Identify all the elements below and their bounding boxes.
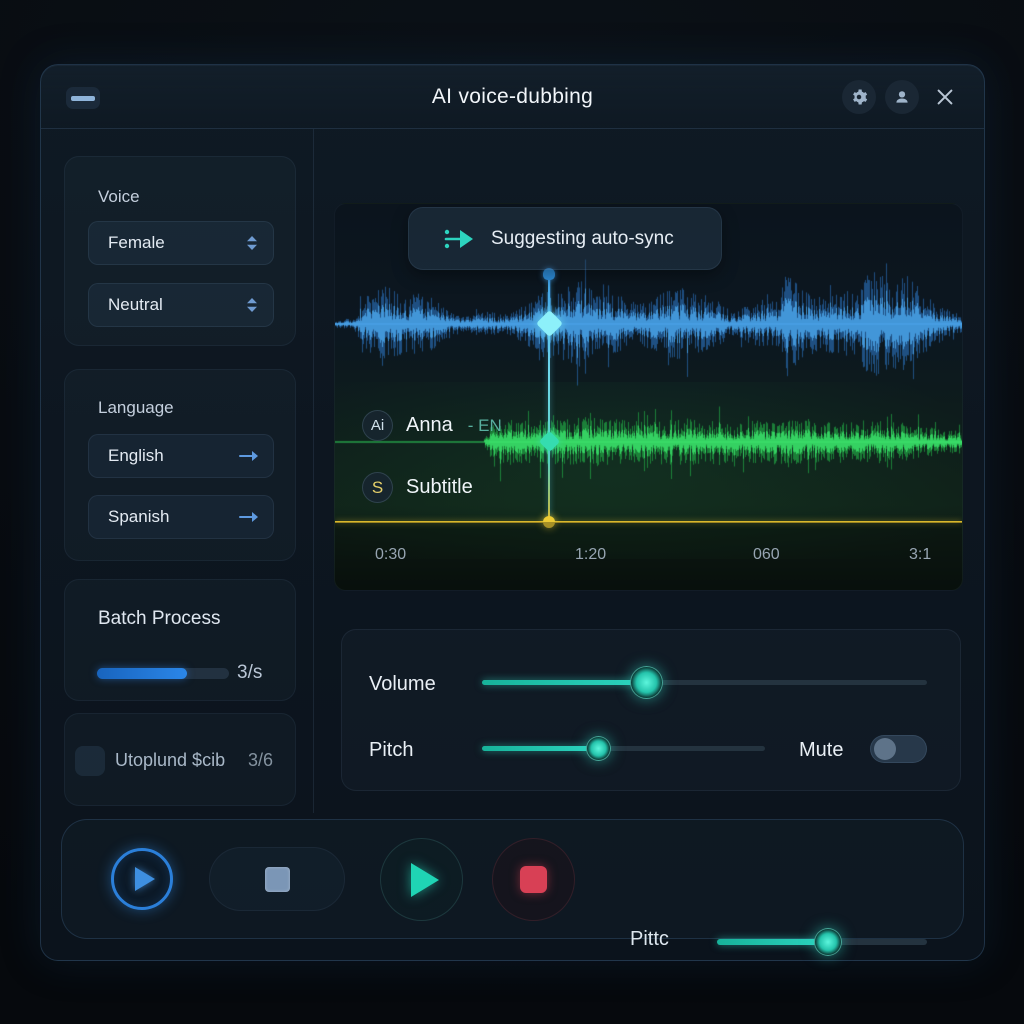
time-label: 1:20 <box>575 546 606 564</box>
voice-panel: Voice Female Neutral <box>64 156 296 346</box>
timeline-ruler[interactable]: 0:30 1:20 060 3:1 <box>335 522 962 590</box>
batch-progress-bar <box>97 668 229 679</box>
time-label: 060 <box>753 546 780 564</box>
auto-sync-icon <box>443 226 475 252</box>
volume-label: Volume <box>369 673 436 696</box>
volume-slider-handle[interactable] <box>630 666 663 699</box>
batch-progress-fill <box>97 668 187 679</box>
batch-rate: 3/s <box>237 662 262 684</box>
upload-label: Utoplund $cib <box>115 750 225 771</box>
stop-button[interactable] <box>209 847 345 911</box>
batch-panel: Batch Process 3/s <box>64 579 296 701</box>
close-icon <box>934 86 956 108</box>
settings-button[interactable] <box>842 80 876 114</box>
upload-checkbox[interactable] <box>75 746 105 776</box>
mute-toggle[interactable] <box>870 735 927 763</box>
language-panel: Language English Spanish <box>64 369 296 561</box>
voice-tone-select[interactable]: Neutral <box>88 283 274 327</box>
transport-slider-label: Pittc <box>630 928 669 951</box>
language-item-label: English <box>108 446 164 466</box>
language-label: Language <box>98 398 174 418</box>
title-bar: AI voice-dubbing <box>41 65 984 129</box>
transport-slider-handle[interactable] <box>814 928 842 956</box>
app-window: AI voice-dubbing Voic <box>40 64 985 961</box>
arrow-right-icon <box>239 510 259 524</box>
transport-slider-fill <box>717 939 828 945</box>
sidebar-divider <box>313 129 314 813</box>
chevron-updown-icon <box>245 297 259 313</box>
play-icon <box>135 867 155 891</box>
batch-label: Batch Process <box>98 608 221 630</box>
preview-play-button[interactable] <box>380 838 463 921</box>
user-button[interactable] <box>885 80 919 114</box>
record-icon <box>520 866 547 893</box>
playhead[interactable] <box>548 272 550 524</box>
close-button[interactable] <box>928 80 962 114</box>
volume-slider[interactable] <box>482 680 927 685</box>
time-label: 0:30 <box>375 546 406 564</box>
voice-label: Voice <box>98 187 140 207</box>
ai-badge: Ai <box>362 410 393 441</box>
mixer-panel: Volume Pitch Mute <box>341 629 961 791</box>
record-button[interactable] <box>492 838 575 921</box>
auto-sync-banner[interactable]: Suggesting auto-sync <box>408 207 722 270</box>
gear-icon <box>850 88 868 106</box>
subtitle-badge: S <box>362 472 393 503</box>
track-row-anna[interactable]: Ai Anna - EN <box>362 410 502 441</box>
language-item-spanish[interactable]: Spanish <box>88 495 274 539</box>
time-label: 3:1 <box>909 546 931 564</box>
track-row-subtitle[interactable]: S Subtitle <box>362 472 473 503</box>
track-name: Anna <box>406 414 453 437</box>
header-actions <box>842 80 962 114</box>
language-item-english[interactable]: English <box>88 434 274 478</box>
language-item-label: Spanish <box>108 507 169 527</box>
user-icon <box>893 88 911 106</box>
upload-panel[interactable]: Utoplund $cib 3/6 <box>64 713 296 806</box>
arrow-right-icon <box>239 449 259 463</box>
pitch-slider[interactable] <box>482 746 765 751</box>
upload-count: 3/6 <box>248 750 273 771</box>
voice-gender-value: Female <box>108 233 165 253</box>
volume-slider-fill <box>482 680 647 685</box>
source-waveform[interactable] <box>335 254 963 394</box>
pitch-slider-handle[interactable] <box>586 736 611 761</box>
mute-label: Mute <box>799 739 843 762</box>
voice-gender-select[interactable]: Female <box>88 221 274 265</box>
stop-icon <box>265 867 290 892</box>
pitch-label: Pitch <box>369 739 413 762</box>
transport-bar: Pittc <box>61 819 964 939</box>
track-language: - EN <box>468 416 502 436</box>
chevron-updown-icon <box>245 235 259 251</box>
auto-sync-label: Suggesting auto-sync <box>491 228 674 250</box>
play-icon <box>411 863 439 897</box>
timeline-panel[interactable]: Suggesting auto-sync Ai Anna - EN S Subt… <box>334 203 963 591</box>
voice-tone-value: Neutral <box>108 295 163 315</box>
track-name: Subtitle <box>406 476 473 499</box>
pitch-slider-fill <box>482 746 598 751</box>
play-button[interactable] <box>111 848 173 910</box>
mute-toggle-knob <box>874 738 896 760</box>
